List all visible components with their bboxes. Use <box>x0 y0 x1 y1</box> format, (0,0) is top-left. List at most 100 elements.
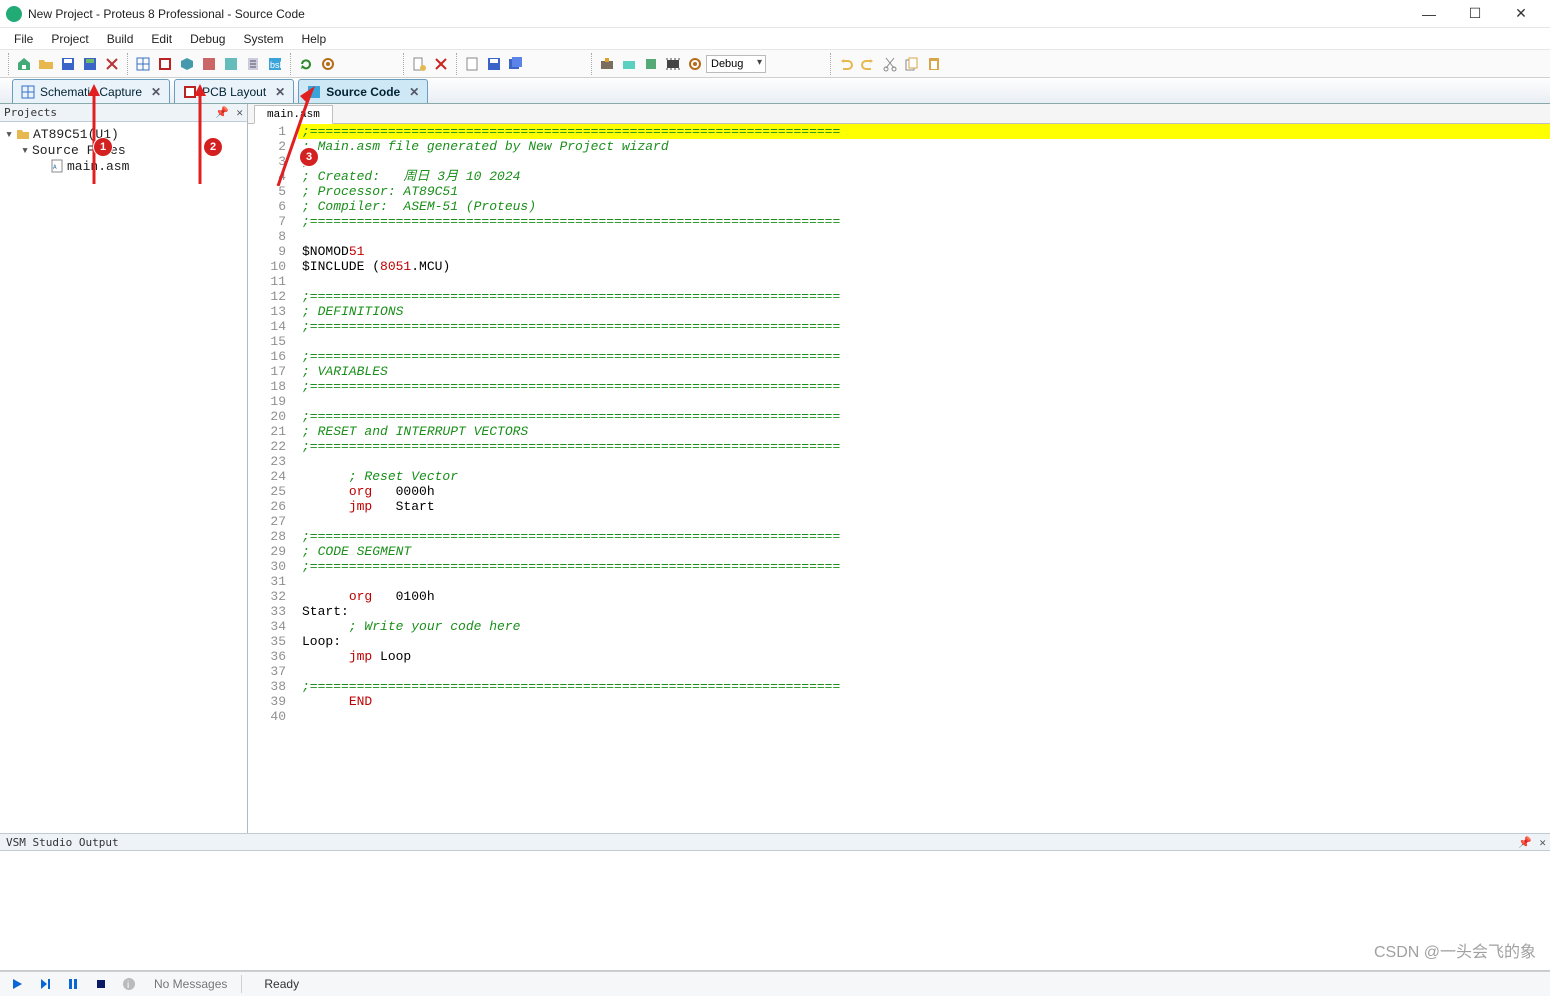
code-text[interactable]: END <box>298 694 1550 709</box>
code-text[interactable]: ;=======================================… <box>298 214 1550 229</box>
code-text[interactable] <box>298 514 1550 529</box>
code-line[interactable]: 14;=====================================… <box>248 319 1550 334</box>
tab-schematic-capture[interactable]: Schematic Capture ✕ <box>12 79 170 103</box>
code-line[interactable]: 26 jmp Start <box>248 499 1550 514</box>
stop-button[interactable] <box>90 975 112 993</box>
panel-close-icon[interactable]: ✕ <box>236 106 243 119</box>
save-file-icon[interactable] <box>484 54 504 74</box>
code-text[interactable]: ; CODE SEGMENT <box>298 544 1550 559</box>
code-line[interactable]: 5; Processor: AT89C51 <box>248 184 1550 199</box>
new-file-icon[interactable] <box>409 54 429 74</box>
code-line[interactable]: 24 ; Reset Vector <box>248 469 1550 484</box>
code-line[interactable]: 22;=====================================… <box>248 439 1550 454</box>
code-line[interactable]: 11 <box>248 274 1550 289</box>
code-text[interactable]: ; RESET and INTERRUPT VECTORS <box>298 424 1550 439</box>
code-text[interactable]: ; Processor: AT89C51 <box>298 184 1550 199</box>
code-line[interactable]: 36 jmp Loop <box>248 649 1550 664</box>
minimize-button[interactable]: — <box>1406 0 1452 28</box>
bom-icon[interactable] <box>243 54 263 74</box>
code-line[interactable]: 38;=====================================… <box>248 679 1550 694</box>
code-text[interactable]: ;=======================================… <box>298 124 1550 139</box>
code-text[interactable] <box>298 334 1550 349</box>
code-line[interactable]: 31 <box>248 574 1550 589</box>
code-text[interactable]: ;=======================================… <box>298 679 1550 694</box>
code-line[interactable]: 17; VARIABLES <box>248 364 1550 379</box>
code-text[interactable] <box>298 394 1550 409</box>
home-icon[interactable] <box>14 54 34 74</box>
menu-help[interactable]: Help <box>293 30 334 48</box>
code-text[interactable]: org 0000h <box>298 484 1550 499</box>
code-line[interactable]: 12;=====================================… <box>248 289 1550 304</box>
code-line[interactable]: 18;=====================================… <box>248 379 1550 394</box>
project-settings-icon[interactable] <box>685 54 705 74</box>
code-text[interactable]: ; DEFINITIONS <box>298 304 1550 319</box>
maximize-button[interactable]: ☐ <box>1452 0 1498 28</box>
code-line[interactable]: 21; RESET and INTERRUPT VECTORS <box>248 424 1550 439</box>
code-line[interactable]: 39 END <box>248 694 1550 709</box>
code-text[interactable]: ; Created: 周日 3月 10 2024 <box>298 169 1550 184</box>
source-code-module-icon[interactable]: bsl <box>265 54 285 74</box>
code-text[interactable] <box>298 274 1550 289</box>
code-text[interactable] <box>298 664 1550 679</box>
copy-icon[interactable] <box>902 54 922 74</box>
save-icon[interactable] <box>58 54 78 74</box>
code-line[interactable]: 19 <box>248 394 1550 409</box>
build-icon[interactable] <box>597 54 617 74</box>
rebuild-icon[interactable] <box>619 54 639 74</box>
code-text[interactable]: ; Write your code here <box>298 619 1550 634</box>
schematic-module-icon[interactable] <box>133 54 153 74</box>
tab-pcb-layout[interactable]: PCB Layout ✕ <box>174 79 294 103</box>
code-line[interactable]: 37 <box>248 664 1550 679</box>
code-text[interactable]: ;=======================================… <box>298 379 1550 394</box>
code-text[interactable]: ;=======================================… <box>298 529 1550 544</box>
code-text[interactable]: ; Main.asm file generated by New Project… <box>298 139 1550 154</box>
code-text[interactable]: jmp Loop <box>298 649 1550 664</box>
code-text[interactable]: ;=======================================… <box>298 289 1550 304</box>
code-line[interactable]: 27 <box>248 514 1550 529</box>
cut-icon[interactable] <box>880 54 900 74</box>
code-line[interactable]: 23 <box>248 454 1550 469</box>
code-line[interactable]: 30;=====================================… <box>248 559 1550 574</box>
code-line[interactable]: 1;======================================… <box>248 124 1550 139</box>
code-text[interactable]: jmp Start <box>298 499 1550 514</box>
info-icon[interactable]: i <box>118 975 140 993</box>
code-text[interactable]: Start: <box>298 604 1550 619</box>
code-text[interactable]: ; <box>298 154 1550 169</box>
paste-icon[interactable] <box>924 54 944 74</box>
code-line[interactable]: 20;=====================================… <box>248 409 1550 424</box>
menu-debug[interactable]: Debug <box>182 30 233 48</box>
delete-icon[interactable] <box>431 54 451 74</box>
code-text[interactable] <box>298 709 1550 724</box>
panel-close-icon[interactable]: ✕ <box>1539 836 1546 849</box>
undo-icon[interactable] <box>836 54 856 74</box>
refresh-icon[interactable] <box>296 54 316 74</box>
code-text[interactable]: ; Reset Vector <box>298 469 1550 484</box>
run-button[interactable] <box>6 975 28 993</box>
redo-icon[interactable] <box>858 54 878 74</box>
pause-button[interactable] <box>62 975 84 993</box>
page-icon[interactable] <box>462 54 482 74</box>
tab-close-icon[interactable]: ✕ <box>405 85 419 99</box>
close-button[interactable]: ✕ <box>1498 0 1544 28</box>
output-panel-body[interactable] <box>0 851 1550 971</box>
code-text[interactable] <box>298 574 1550 589</box>
file-tab-main-asm[interactable]: main.asm <box>254 105 333 124</box>
menu-edit[interactable]: Edit <box>143 30 180 48</box>
code-text[interactable]: $NOMOD51 <box>298 244 1550 259</box>
code-line[interactable]: 29; CODE SEGMENT <box>248 544 1550 559</box>
pin-icon[interactable]: 📌 <box>215 106 229 119</box>
menu-build[interactable]: Build <box>99 30 142 48</box>
code-text[interactable]: Loop: <box>298 634 1550 649</box>
code-text[interactable]: ;=======================================… <box>298 349 1550 364</box>
settings-icon[interactable] <box>318 54 338 74</box>
code-text[interactable]: $INCLUDE (8051.MCU) <box>298 259 1550 274</box>
pcb-module-icon[interactable] <box>155 54 175 74</box>
stop-build-icon[interactable] <box>641 54 661 74</box>
code-scroll-area[interactable]: 1;======================================… <box>248 124 1550 833</box>
code-line[interactable]: 7;======================================… <box>248 214 1550 229</box>
code-text[interactable]: ; Compiler: ASEM-51 (Proteus) <box>298 199 1550 214</box>
project-tree[interactable]: ▾ AT89C51(U1) ▾ Source Files A main.asm <box>0 122 247 833</box>
code-text[interactable]: ; VARIABLES <box>298 364 1550 379</box>
code-line[interactable]: 16;=====================================… <box>248 349 1550 364</box>
code-text[interactable] <box>298 229 1550 244</box>
